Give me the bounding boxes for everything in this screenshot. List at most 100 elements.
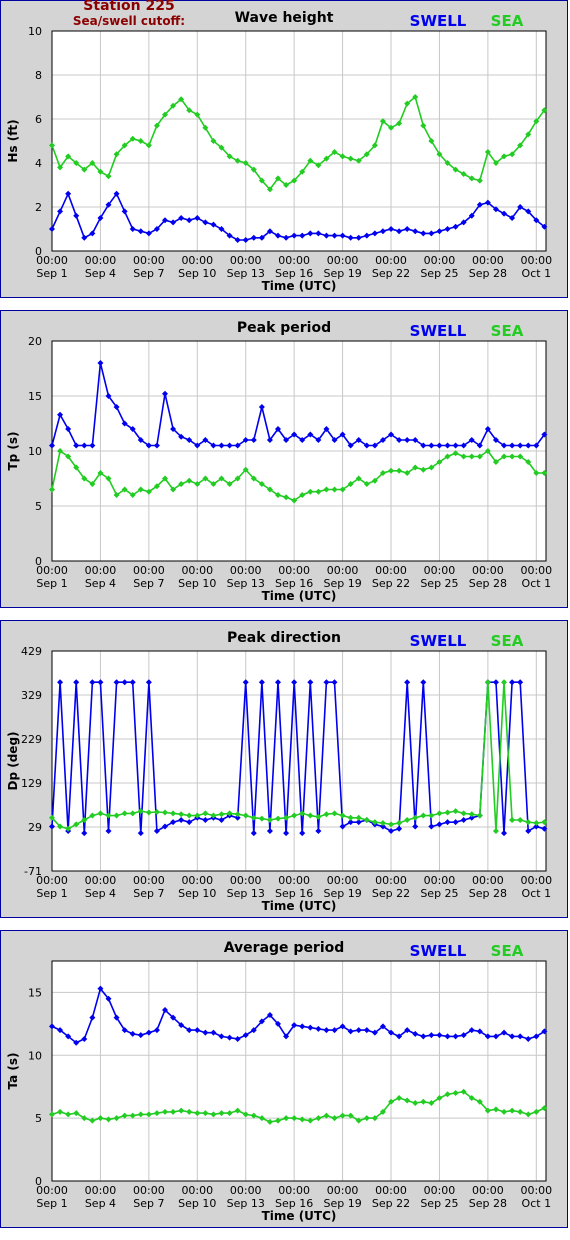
x-tick-date: Sep 4 — [85, 1197, 116, 1210]
x-tick-date: Sep 28 — [469, 887, 507, 900]
x-tick-time: 00:00 — [278, 564, 310, 577]
x-tick-date: Sep 10 — [178, 1197, 216, 1210]
x-tick-date: Sep 10 — [178, 887, 216, 900]
x-tick-time: 00:00 — [520, 564, 552, 577]
chart-svg: 05101500:00Sep 100:00Sep 400:00Sep 700:0… — [6, 940, 552, 1223]
x-tick-time: 00:00 — [424, 254, 456, 267]
x-tick-date: Sep 13 — [227, 267, 265, 280]
y-tick-label: 29 — [28, 821, 42, 834]
x-tick-time: 00:00 — [472, 874, 504, 887]
chart-title: Wave height — [235, 10, 334, 26]
x-tick-date: Sep 25 — [420, 267, 458, 280]
y-axis-label: Hs (ft) — [6, 119, 20, 162]
x-tick-time: 00:00 — [85, 254, 117, 267]
x-tick-time: 00:00 — [327, 1184, 359, 1197]
x-tick-date: Sep 7 — [133, 1197, 164, 1210]
x-tick-time: 00:00 — [375, 1184, 407, 1197]
y-tick-label: 5 — [35, 500, 42, 513]
chart-title: Average period — [224, 940, 345, 956]
legend-swell: SWELL — [410, 322, 467, 340]
x-tick-date: Oct 1 — [522, 267, 552, 280]
legend-swell: SWELL — [410, 632, 467, 650]
x-tick-time: 00:00 — [36, 1184, 68, 1197]
x-tick-time: 00:00 — [375, 564, 407, 577]
y-tick-label: 329 — [21, 689, 42, 702]
x-tick-time: 00:00 — [278, 1184, 310, 1197]
x-tick-time: 00:00 — [36, 874, 68, 887]
x-tick-date: Sep 25 — [420, 887, 458, 900]
y-tick-label: 429 — [21, 645, 42, 658]
x-tick-date: Sep 28 — [469, 577, 507, 590]
y-tick-label: 10 — [28, 1049, 42, 1062]
y-tick-label: 15 — [28, 390, 42, 403]
x-tick-date: Oct 1 — [522, 1197, 552, 1210]
y-tick-label: 8 — [35, 69, 42, 82]
y-tick-label: 15 — [28, 986, 42, 999]
chart-svg: -712912922932942900:00Sep 100:00Sep 400:… — [6, 630, 552, 913]
plot-area — [51, 960, 547, 1182]
y-tick-label: 229 — [21, 733, 42, 746]
x-tick-time: 00:00 — [85, 564, 117, 577]
x-tick-date: Sep 28 — [469, 267, 507, 280]
x-tick-date: Sep 22 — [372, 267, 410, 280]
x-tick-time: 00:00 — [181, 874, 213, 887]
x-tick-time: 00:00 — [181, 1184, 213, 1197]
x-tick-date: Sep 13 — [227, 887, 265, 900]
x-tick-date: Sep 10 — [178, 577, 216, 590]
legend-sea: SEA — [491, 322, 524, 340]
y-axis-label: Tp (s) — [6, 431, 20, 470]
legend-swell: SWELL — [410, 12, 467, 30]
x-tick-time: 00:00 — [133, 874, 165, 887]
y-axis-label: Dp (deg) — [6, 731, 20, 790]
x-axis-label: Time (UTC) — [262, 589, 337, 603]
x-tick-time: 00:00 — [472, 254, 504, 267]
x-tick-date: Sep 13 — [227, 1197, 265, 1210]
x-tick-time: 00:00 — [85, 874, 117, 887]
x-tick-time: 00:00 — [133, 254, 165, 267]
x-tick-time: 00:00 — [375, 254, 407, 267]
x-tick-date: Sep 1 — [36, 267, 67, 280]
chart-panel: 0 5 10 15 20 00:00 Sep 1 00:00 Sep 4 00:00 Sep 7 00… — [0, 310, 568, 608]
x-tick-time: 00:00 — [520, 1184, 552, 1197]
x-tick-date: Sep 1 — [36, 887, 67, 900]
y-tick-label: 10 — [28, 25, 42, 38]
chart-svg: 0510152000:00Sep 100:00Sep 400:00Sep 700… — [6, 320, 552, 603]
x-tick-date: Sep 13 — [227, 577, 265, 590]
x-tick-time: 00:00 — [230, 874, 262, 887]
x-tick-date: Sep 28 — [469, 1197, 507, 1210]
chart-panel: Station 225Sea/swell cutoff: 10s02468100… — [0, 0, 568, 298]
y-tick-label: 2 — [35, 201, 42, 214]
y-tick-label: 129 — [21, 777, 42, 790]
x-tick-time: 00:00 — [230, 254, 262, 267]
x-tick-time: 00:00 — [230, 564, 262, 577]
x-tick-time: 00:00 — [133, 564, 165, 577]
x-tick-date: Sep 4 — [85, 577, 116, 590]
x-tick-date: Sep 1 — [36, 577, 67, 590]
x-tick-time: 00:00 — [327, 874, 359, 887]
x-tick-time: 00:00 — [327, 254, 359, 267]
x-tick-time: 00:00 — [230, 1184, 262, 1197]
y-axis-label: Ta (s) — [6, 1052, 20, 1089]
chart-panel: 0 5 10 15 00:00 Sep 1 00:00 Sep 4 00:00 Sep 7 00:0… — [0, 930, 568, 1228]
x-tick-date: Oct 1 — [522, 887, 552, 900]
x-tick-time: 00:00 — [133, 1184, 165, 1197]
x-tick-date: Sep 7 — [133, 577, 164, 590]
chart-title: Peak direction — [227, 630, 341, 646]
legend-swell: SWELL — [410, 942, 467, 960]
legend-sea: SEA — [491, 632, 524, 650]
x-tick-date: Sep 25 — [420, 1197, 458, 1210]
x-tick-date: Sep 7 — [133, 887, 164, 900]
x-tick-date: Sep 22 — [372, 887, 410, 900]
chart-title: Peak period — [237, 320, 331, 336]
y-tick-label: 5 — [35, 1112, 42, 1125]
x-axis-label: Time (UTC) — [262, 899, 337, 913]
x-tick-time: 00:00 — [278, 874, 310, 887]
x-tick-time: 00:00 — [520, 874, 552, 887]
x-tick-time: 00:00 — [327, 564, 359, 577]
legend-sea: SEA — [491, 12, 524, 30]
x-tick-time: 00:00 — [424, 874, 456, 887]
x-tick-time: 00:00 — [181, 254, 213, 267]
x-tick-time: 00:00 — [85, 1184, 117, 1197]
x-tick-time: 00:00 — [472, 564, 504, 577]
x-tick-time: 00:00 — [424, 1184, 456, 1197]
